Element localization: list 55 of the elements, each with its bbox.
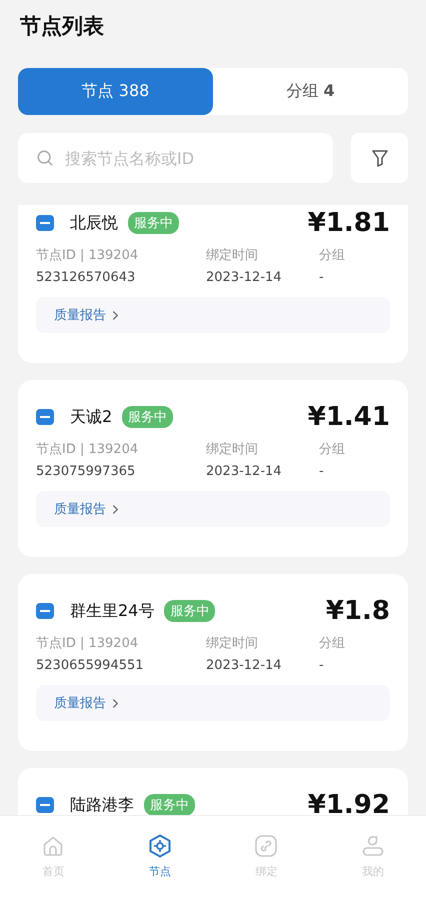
status-badge: 服务中	[122, 406, 174, 428]
chevron-icon	[112, 504, 119, 514]
field-label: 节点ID | 139204	[36, 635, 140, 652]
field-value: 2023-12-14	[206, 270, 283, 285]
field-value: 523126570643	[36, 270, 136, 285]
node-price: ¥1.92	[308, 790, 390, 815]
field-label: 分组	[319, 635, 346, 652]
field-value: -	[319, 464, 325, 479]
field-label: 节点ID | 139204	[36, 441, 140, 458]
node-name: 群生里24号	[70, 600, 154, 622]
nav-item[interactable]: 节点	[106, 816, 213, 902]
chevron-icon	[112, 698, 119, 708]
status-badge: 服务中	[144, 794, 195, 815]
field-value: 5230655994551	[36, 658, 145, 673]
node-price: ¥1.41	[308, 402, 390, 432]
node-icon	[36, 409, 54, 425]
quality-report-link[interactable]: 质量报告	[54, 306, 119, 324]
user-icon	[360, 834, 385, 858]
search-field[interactable]: 搜索节点名称或ID	[18, 133, 333, 183]
node-price: ¥1.81	[308, 208, 390, 238]
chevron-icon	[112, 310, 119, 320]
tab[interactable]: 分组 4	[213, 68, 408, 115]
tab[interactable]: 节点 388	[18, 68, 213, 115]
node-card[interactable]: 北辰悦 服务中 ¥1.81 节点ID | 139204 绑定时间 分组 523126570643 2023-12-14 - 质量报告	[18, 205, 408, 363]
filter-button[interactable]	[351, 133, 408, 183]
field-label: 分组	[319, 441, 346, 458]
quality-report-link[interactable]: 质量报告	[54, 500, 119, 518]
home-icon	[41, 834, 66, 858]
field-value: -	[319, 270, 325, 285]
quality-report-link[interactable]: 质量报告	[54, 694, 119, 712]
node-name: 陆路港李	[70, 794, 134, 815]
status-badge: 服务中	[164, 600, 216, 622]
link-icon	[254, 834, 278, 858]
field-label: 节点ID | 139204	[36, 247, 140, 264]
node-icon	[36, 215, 54, 231]
node-name: 北辰悦	[70, 212, 118, 234]
field-value: -	[319, 658, 325, 673]
field-value: 2023-12-14	[206, 464, 283, 479]
node-icon	[36, 797, 54, 813]
field-value: 523075997365	[36, 464, 136, 479]
node-card[interactable]: 天诚2 服务中 ¥1.41 节点ID | 139204 绑定时间 分组 523075997365 2023-12-14 - 质量报告	[18, 380, 408, 557]
field-label: 绑定时间	[206, 247, 259, 264]
field-label: 分组	[319, 247, 346, 264]
node-name: 天诚2	[70, 406, 112, 428]
status-badge: 服务中	[128, 212, 179, 234]
field-value: 2023-12-14	[206, 658, 283, 673]
page-title: 节点列表	[19, 13, 105, 40]
node-icon	[36, 603, 54, 619]
filter-icon	[370, 148, 390, 168]
hexagon-crosshair-icon	[148, 834, 172, 858]
node-price: ¥1.8	[326, 596, 390, 626]
node-card[interactable]: 陆路港李 服务中 ¥1.92	[18, 768, 408, 815]
node-card[interactable]: 群生里24号 服务中 ¥1.8 节点ID | 139204 绑定时间 分组 5230655994551 2023-12-14 - 质量报告	[18, 574, 408, 751]
field-label: 绑定时间	[206, 635, 259, 652]
field-label: 绑定时间	[206, 441, 259, 458]
